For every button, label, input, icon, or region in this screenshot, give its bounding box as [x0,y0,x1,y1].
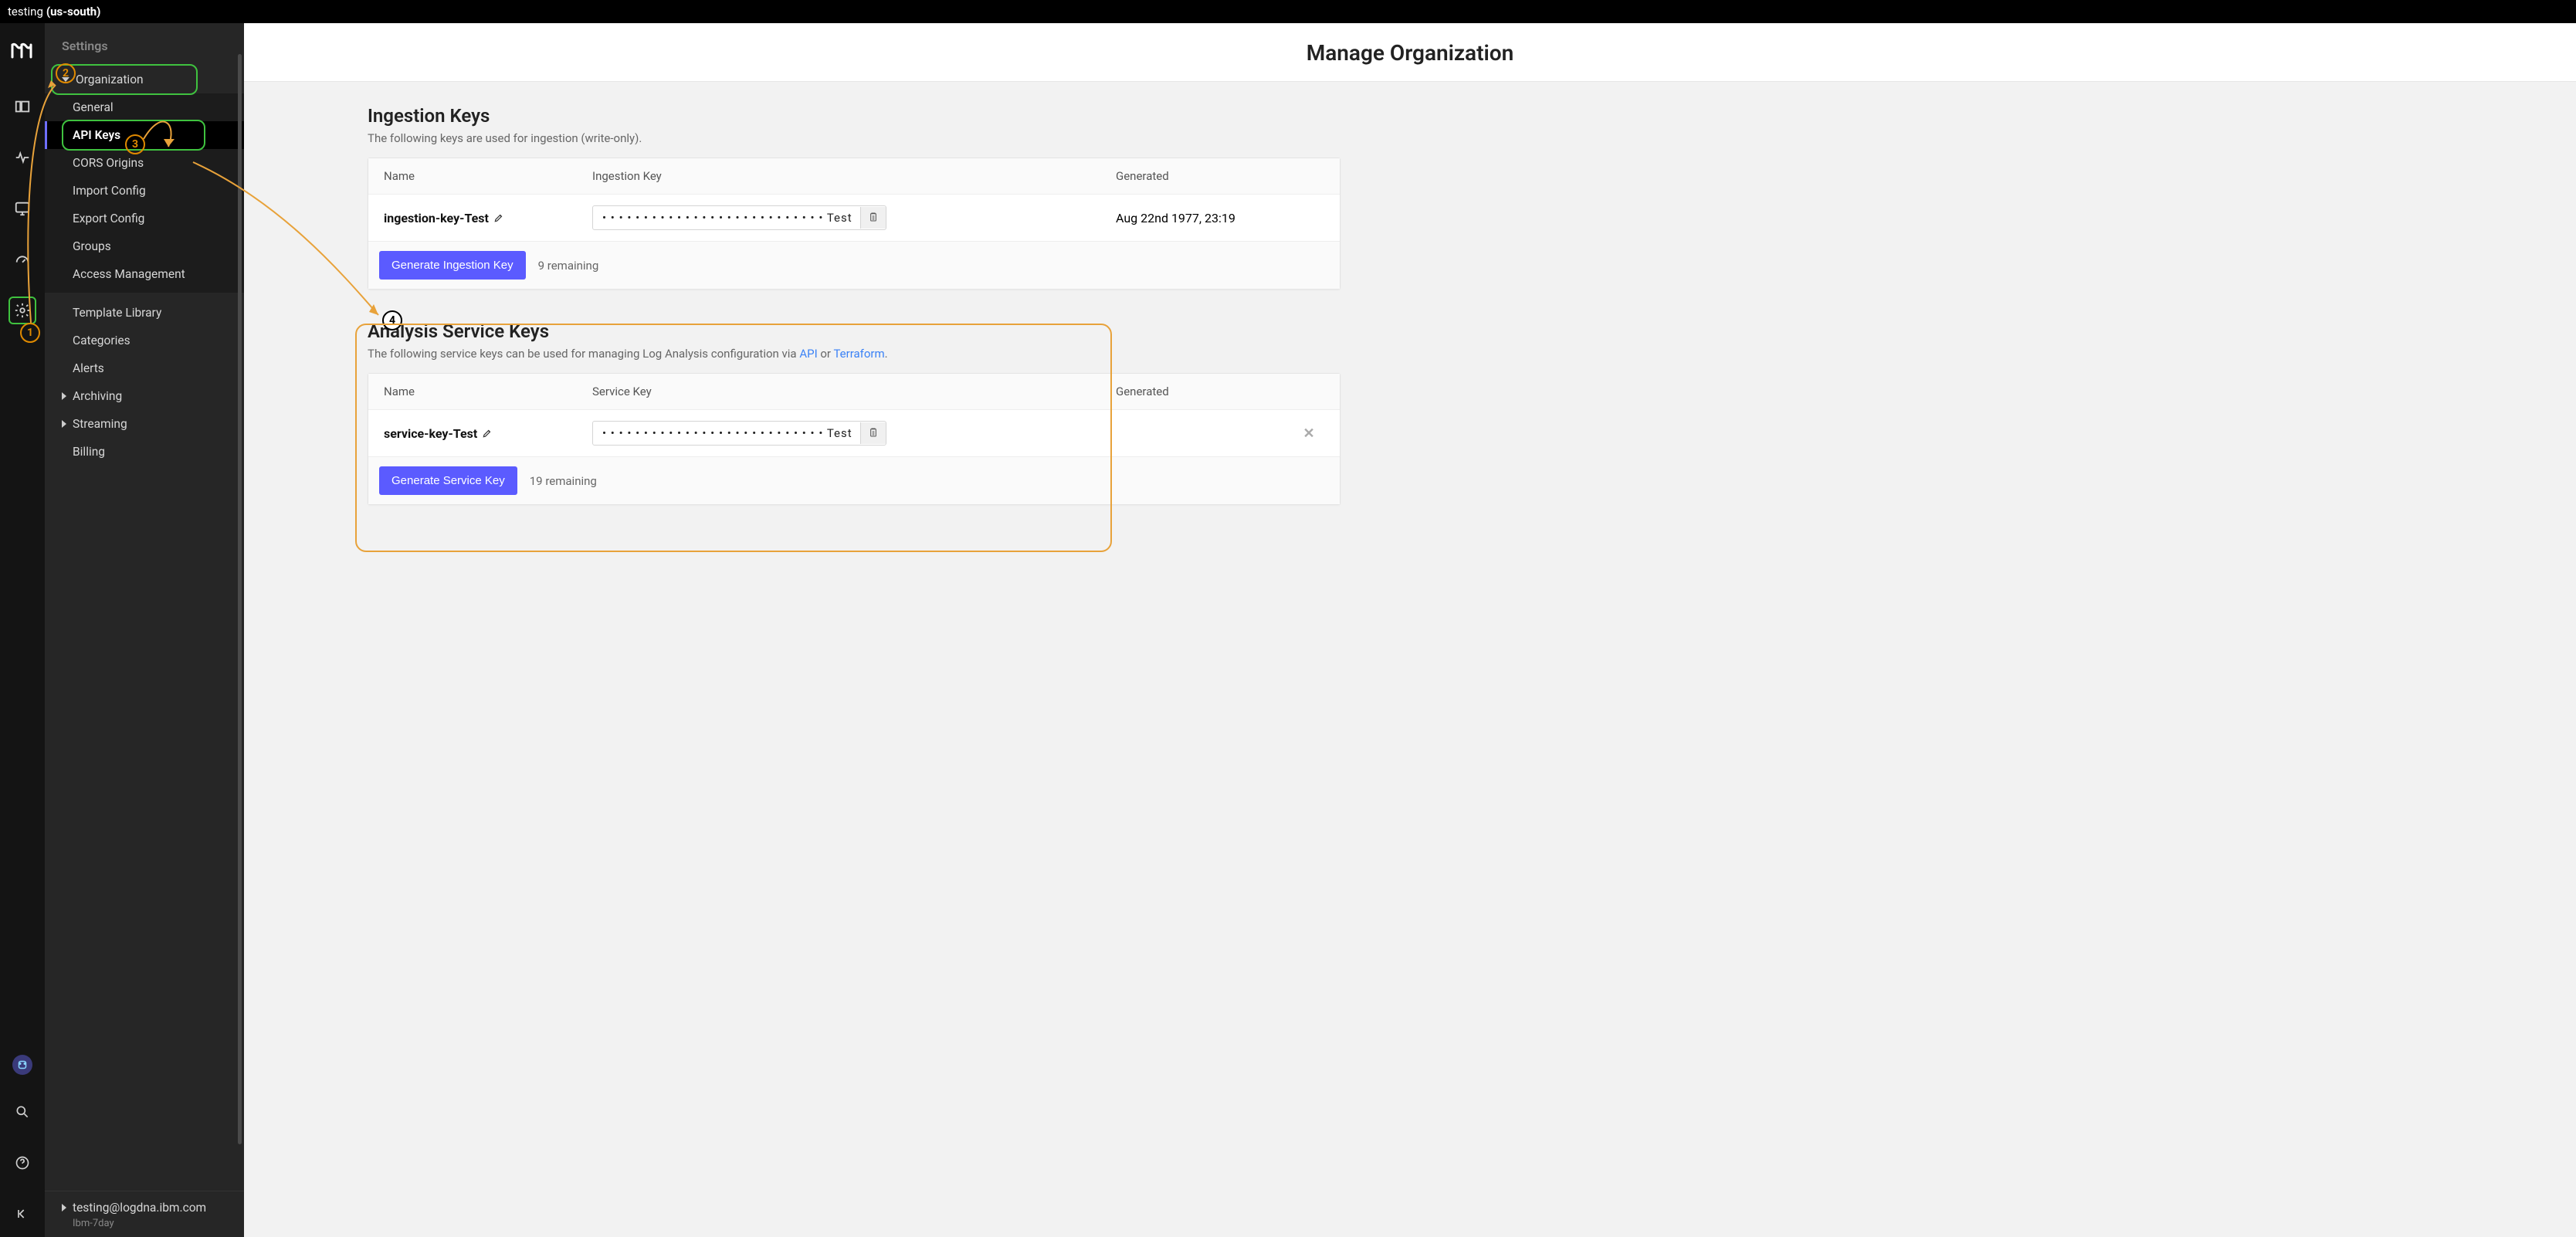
col-key: Ingestion Key [592,169,1108,183]
key-value-box: • • • • • • • • • • • • • • • • • • • • … [592,421,886,446]
footer-plan: Ibm-7day [62,1218,230,1229]
generated-date: Aug 22nd 1977, 23:19 [1116,211,1286,225]
col-generated: Generated [1116,385,1286,398]
desc-text: The following service keys can be used f… [368,347,799,361]
link-api[interactable]: API [799,347,817,361]
nav-layout-icon[interactable] [8,93,36,120]
sidebar-item-label: Export Config [73,212,144,225]
page-title: Manage Organization [244,40,2576,66]
analysis-heading: Analysis Service Keys [368,320,1341,342]
sidebar-item-label: Import Config [73,184,146,198]
icon-rail [0,23,45,1237]
sidebar-item-label: Organization [76,73,144,86]
link-terraform[interactable]: Terraform [833,347,884,361]
copy-icon[interactable] [860,207,886,229]
table-header-row: Name Ingestion Key Generated [368,158,1340,195]
sidebar-item-api-keys[interactable]: API Keys [45,121,244,149]
sidebar-item-label: Template Library [73,306,161,320]
col-key: Service Key [592,385,1108,398]
nav-monitor-icon[interactable] [8,195,36,222]
sidebar-heading: Settings [45,23,244,66]
sidebar-item-organization[interactable]: Organization [45,66,244,93]
chevron-right-icon [62,1204,66,1212]
panel-footer: Generate Service Key 19 remaining [368,457,1340,504]
sidebar-item-alerts[interactable]: Alerts [45,354,244,382]
sidebar-item-template-library[interactable]: Template Library [45,299,244,327]
desc-text: or [818,347,834,361]
sidebar-org-group: General API Keys CORS Origins Import Con… [45,93,244,293]
brand-logo [8,37,36,65]
analysis-panel: Name Service Key Generated service-key-T… [368,373,1341,505]
chevron-right-icon [62,420,66,428]
masked-key: • • • • • • • • • • • • • • • • • • • • … [593,206,860,229]
panel-footer: Generate Ingestion Key 9 remaining [368,242,1340,289]
sidebar-item-label: Alerts [73,361,104,375]
env-name: testing [8,5,43,19]
edit-icon[interactable] [482,428,493,439]
sidebar-item-label: Archiving [73,389,122,403]
masked-key: • • • • • • • • • • • • • • • • • • • • … [593,422,860,445]
sidebar-item-import-config[interactable]: Import Config [45,177,244,205]
sidebar-item-streaming[interactable]: Streaming [45,410,244,438]
desc-text: . [885,347,888,361]
sidebar-item-label: API Keys [73,128,120,142]
sidebar-item-label: Billing [73,445,105,459]
col-generated: Generated [1116,169,1286,183]
sidebar-item-label: Access Management [73,267,185,281]
sidebar-item-label: General [73,100,114,114]
key-name-text: service-key-Test [384,426,477,441]
analysis-section: Analysis Service Keys The following serv… [368,320,1341,505]
env-region: (us-south) [46,5,101,19]
col-name: Name [384,385,585,398]
search-icon[interactable] [8,1098,36,1126]
edit-icon[interactable] [493,212,504,223]
help-icon[interactable] [8,1149,36,1177]
table-row: service-key-Test • • • • • • • • • • • •… [368,410,1340,457]
table-header-row: Name Service Key Generated [368,374,1340,410]
table-row: ingestion-key-Test • • • • • • • • • • •… [368,195,1340,242]
user-avatar-icon[interactable] [12,1055,32,1075]
sidebar-item-cors-origins[interactable]: CORS Origins [45,149,244,177]
sidebar-item-general[interactable]: General [45,93,244,121]
analysis-remaining: 19 remaining [530,474,597,488]
nav-settings-icon[interactable] [8,297,36,324]
nav-gauge-icon[interactable] [8,246,36,273]
sidebar-item-categories[interactable]: Categories [45,327,244,354]
col-name: Name [384,169,585,183]
chevron-right-icon [62,392,66,400]
delete-icon[interactable]: ✕ [1293,425,1324,442]
sidebar-item-label: Streaming [73,417,127,431]
settings-sidebar: Settings Organization General API Keys C… [45,23,244,1237]
ingestion-section: Ingestion Keys The following keys are us… [368,105,1341,290]
sidebar-item-label: Groups [73,239,111,253]
generate-service-key-button[interactable]: Generate Service Key [379,466,517,495]
sidebar-item-access-management[interactable]: Access Management [45,260,244,288]
sidebar-item-label: Categories [73,334,130,347]
copy-icon[interactable] [860,422,886,444]
sidebar-item-groups[interactable]: Groups [45,232,244,260]
key-value-box: • • • • • • • • • • • • • • • • • • • • … [592,205,886,230]
generate-ingestion-key-button[interactable]: Generate Ingestion Key [379,251,526,280]
footer-email: testing@logdna.ibm.com [73,1201,206,1215]
ingestion-heading: Ingestion Keys [368,105,1341,127]
key-name-text: ingestion-key-Test [384,211,489,225]
ingestion-remaining: 9 remaining [538,259,599,273]
sidebar-item-archiving[interactable]: Archiving [45,382,244,410]
top-bar: testing (us-south) [0,0,2576,23]
analysis-desc: The following service keys can be used f… [368,347,1341,361]
sidebar-footer[interactable]: testing@logdna.ibm.com Ibm-7day [45,1191,244,1237]
collapse-sidebar-icon[interactable] [8,1200,36,1228]
key-name: ingestion-key-Test [384,211,585,225]
page-header: Manage Organization [244,23,2576,82]
nav-activity-icon[interactable] [8,144,36,171]
main-content: Manage Organization Ingestion Keys The f… [244,23,2576,1237]
sidebar-item-billing[interactable]: Billing [45,438,244,466]
ingestion-desc: The following keys are used for ingestio… [368,131,1341,145]
sidebar-item-label: CORS Origins [73,156,144,170]
sidebar-item-export-config[interactable]: Export Config [45,205,244,232]
chevron-down-icon [62,77,69,82]
key-name: service-key-Test [384,426,585,441]
ingestion-panel: Name Ingestion Key Generated ingestion-k… [368,158,1341,290]
